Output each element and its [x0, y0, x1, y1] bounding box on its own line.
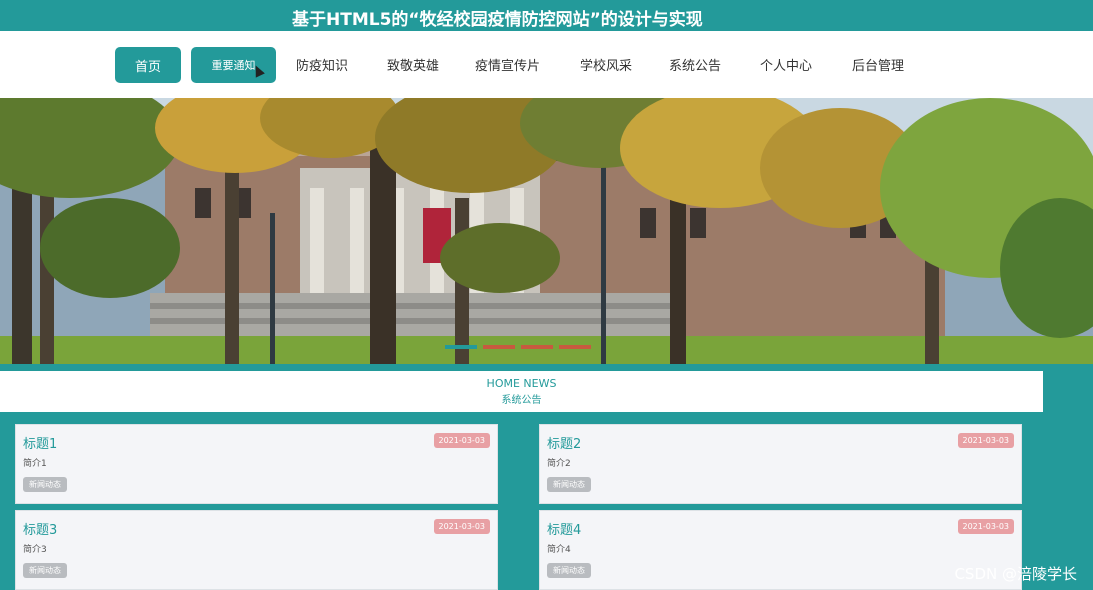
nav-link-epidemic-knowledge[interactable]: 防疫知识 [296, 55, 348, 74]
site-title: 基于HTML5的“牧经校园疫情防控网站”的设计与实现 [292, 10, 703, 30]
news-tag: 新闻动态 [23, 477, 67, 492]
news-desc: 简介3 [23, 545, 47, 555]
news-title[interactable]: 标题2 [547, 433, 581, 452]
news-card[interactable]: 标题2 2021-03-03 简介2 新闻动态 [539, 424, 1022, 504]
site-header: 基于HTML5的“牧经校园疫情防控网站”的设计与实现 [0, 0, 1093, 31]
nav-notice-button[interactable]: 重要通知 [191, 47, 276, 83]
news-tag: 新闻动态 [547, 477, 591, 492]
nav-link-school-style[interactable]: 学校风采 [580, 55, 632, 74]
news-title[interactable]: 标题3 [23, 519, 57, 538]
nav-link-personal-center[interactable]: 个人中心 [760, 55, 812, 74]
section-heading: HOME NEWS 系统公告 [0, 371, 1043, 412]
news-date-badge: 2021-03-03 [957, 519, 1014, 534]
banner-carousel[interactable] [0, 98, 1093, 364]
main-nav: 首页 重要通知 防疫知识 致敬英雄 疫情宣传片 学校风采 系统公告 个人中心 后… [0, 31, 1093, 98]
csdn-watermark: CSDN @涪陵学长 [954, 565, 1077, 583]
nav-link-heroes[interactable]: 致敬英雄 [387, 55, 439, 74]
news-title[interactable]: 标题4 [547, 519, 581, 538]
section-title-cn: 系统公告 [501, 395, 542, 406]
divider [0, 364, 1093, 370]
news-title[interactable]: 标题1 [23, 433, 57, 452]
news-card[interactable]: 标题4 2021-03-03 简介4 新闻动态 [539, 510, 1022, 590]
campus-photo-icon [0, 98, 1093, 364]
nav-link-announcements[interactable]: 系统公告 [669, 55, 721, 74]
news-date-badge: 2021-03-03 [433, 433, 490, 448]
news-desc: 简介1 [23, 459, 47, 469]
news-tag: 新闻动态 [23, 563, 67, 578]
news-tag: 新闻动态 [547, 563, 591, 578]
news-card[interactable]: 标题1 2021-03-03 简介1 新闻动态 [15, 424, 498, 504]
news-desc: 简介2 [547, 459, 571, 469]
section-title-en: HOME NEWS [486, 377, 557, 390]
news-date-badge: 2021-03-03 [957, 433, 1014, 448]
news-card[interactable]: 标题3 2021-03-03 简介3 新闻动态 [15, 510, 498, 590]
news-date-badge: 2021-03-03 [433, 519, 490, 534]
nav-home-button[interactable]: 首页 [115, 47, 181, 83]
news-desc: 简介4 [547, 545, 571, 555]
nav-link-promo-video[interactable]: 疫情宣传片 [475, 55, 540, 74]
nav-link-admin[interactable]: 后台管理 [852, 55, 904, 74]
